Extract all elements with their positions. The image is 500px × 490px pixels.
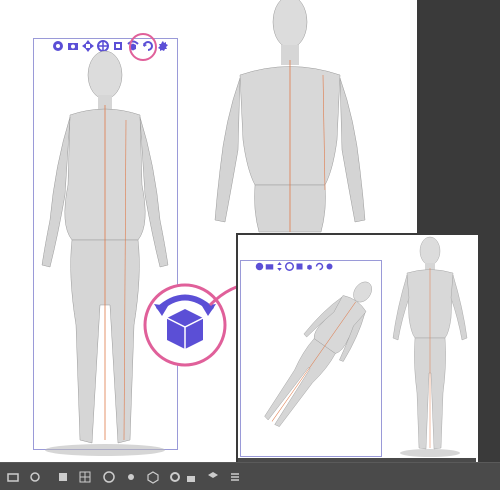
female-model[interactable] — [30, 45, 180, 465]
pose-icon[interactable] — [102, 469, 116, 483]
view-icon[interactable] — [6, 469, 20, 483]
settings-icon[interactable] — [168, 469, 182, 483]
camera-icon[interactable] — [28, 469, 42, 483]
menu-icon[interactable] — [228, 469, 242, 483]
light-icon[interactable] — [56, 469, 70, 483]
inset-male-model[interactable] — [385, 233, 475, 458]
hand-icon[interactable] — [124, 469, 138, 483]
lock-icon[interactable] — [184, 469, 198, 483]
object-icon[interactable] — [146, 469, 160, 484]
tilted-female-model[interactable] — [245, 265, 380, 455]
male-model[interactable] — [205, 0, 375, 240]
layer-icon[interactable] — [206, 469, 220, 483]
grid-icon[interactable] — [78, 469, 92, 483]
bottom-toolbar — [0, 462, 500, 490]
